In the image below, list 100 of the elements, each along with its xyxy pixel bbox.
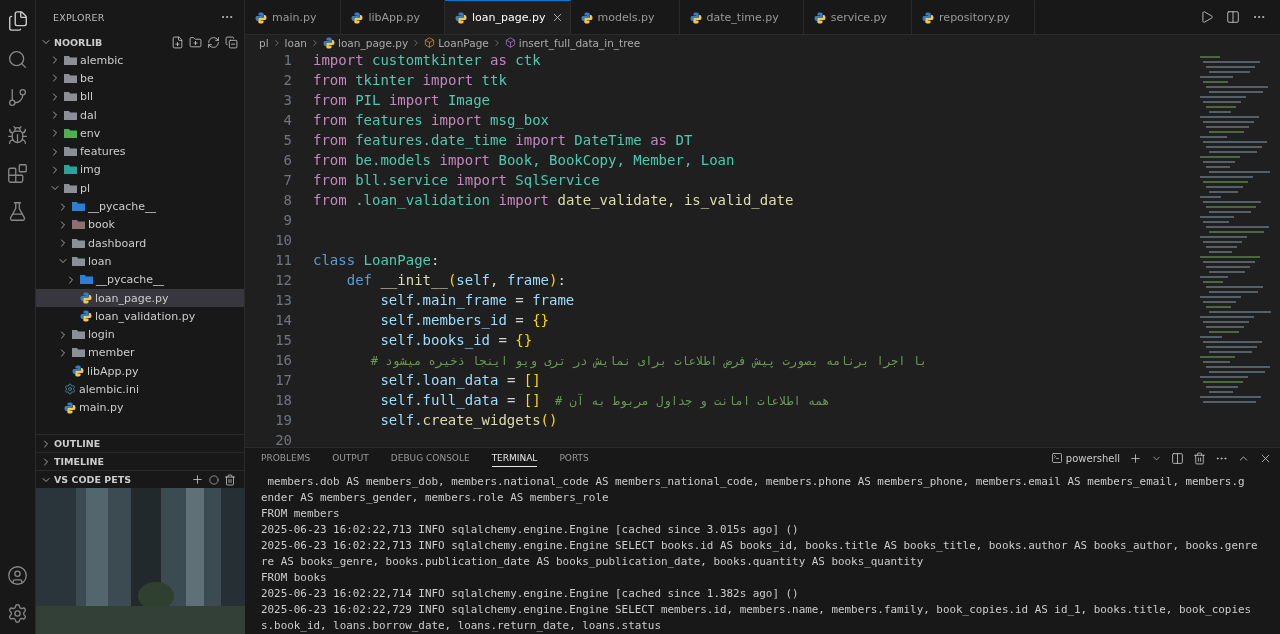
trash-icon[interactable] (224, 473, 236, 486)
line-number: 2 (282, 72, 292, 88)
trash-icon[interactable] (1193, 451, 1206, 465)
python-icon (64, 401, 76, 414)
folder-icon (72, 219, 85, 231)
bug-icon[interactable] (7, 125, 28, 146)
collapse-icon[interactable] (225, 35, 238, 49)
code-line: self.create_widgets() (379, 412, 558, 428)
line-number: 4 (282, 112, 292, 128)
tree-item[interactable]: login (36, 325, 244, 344)
line-number: 12 (274, 272, 292, 288)
tree-item[interactable]: features (36, 142, 244, 161)
search-icon[interactable] (7, 49, 28, 70)
flask-icon[interactable] (7, 201, 28, 222)
folder-icon (72, 347, 85, 359)
tree-item[interactable]: __pycache__ (36, 270, 244, 289)
line-number: 17 (274, 372, 292, 388)
code-line: from tkinter import ttk (313, 72, 507, 88)
new-folder-icon[interactable] (189, 35, 202, 49)
terminal-line: 2025-06-23 16:02:22,729 INFO sqlalchemy.engine.Engine SELECT members.id, members.name, members.family, book_copies.id AS id_1, books.title, book_copies (261, 602, 1253, 618)
panel-tab[interactable]: DEBUG CONSOLE (390, 449, 470, 467)
section-header[interactable]: VS CODE PETS (54, 474, 189, 485)
code-line: from PIL import Image (313, 92, 491, 108)
section-header[interactable]: OUTLINE (54, 438, 236, 449)
terminal-selector[interactable]: powershell (1050, 452, 1120, 464)
breadcrumb[interactable]: LoanPage (424, 36, 489, 49)
circle-icon[interactable] (209, 474, 219, 485)
play-icon[interactable] (1200, 10, 1214, 24)
tree-item[interactable]: dashboard (36, 233, 244, 253)
tree-item[interactable]: img (36, 160, 244, 180)
tree-item[interactable]: dal (36, 105, 244, 125)
tree-item[interactable]: alembic (36, 51, 244, 70)
plus-icon[interactable] (191, 473, 204, 486)
terminal-line: 2025-06-23 16:02:22,713 INFO sqlalchemy.engine.Engine [cached since 3.015s ago] () (261, 522, 800, 538)
tree-item[interactable]: alembic.ini (36, 380, 244, 399)
refresh-icon[interactable] (207, 35, 220, 49)
line-number: 10 (274, 232, 292, 248)
code-line: import customtkinter as ctk (313, 52, 541, 68)
code-line: from bll.service import SqlService (313, 172, 600, 188)
breadcrumb[interactable]: loan_page.py (323, 36, 409, 49)
folder-icon (64, 72, 77, 84)
tree-item[interactable]: be (36, 69, 244, 88)
python-icon (689, 11, 702, 24)
tree-item[interactable]: pl (36, 179, 244, 198)
code-line: from .loan_validation import date_validate, is_valid_date (313, 192, 794, 208)
panel-tab[interactable]: TERMINAL (491, 449, 538, 467)
tree-item[interactable]: loan (36, 252, 244, 271)
folder-icon (64, 109, 77, 121)
panel-tab[interactable]: PROBLEMS (261, 449, 311, 467)
tree-item[interactable]: env (36, 124, 244, 143)
line-number: 1 (282, 52, 292, 68)
python-icon (455, 11, 468, 24)
terminal-line: ender AS members_gender, members.role AS members_role (261, 490, 610, 506)
python-icon (72, 365, 84, 378)
panel-tab[interactable]: OUTPUT (332, 449, 369, 467)
terminal-icon (1050, 452, 1063, 464)
python-icon (323, 36, 336, 49)
editor-tab[interactable]: loan_page.py (445, 0, 571, 34)
tree-item[interactable]: member (36, 343, 244, 363)
tree-item[interactable]: main.py (36, 398, 244, 417)
tree-item[interactable]: __pycache__ (36, 197, 244, 216)
files-icon[interactable] (6, 10, 29, 32)
section-header[interactable]: TIMELINE (54, 456, 236, 467)
folder-icon (72, 329, 85, 341)
code-line: # با اجرا برنامه بصورت پیش فرض اطلاعات برای نمایش در تری ویو اینجا ذخیره میشود (369, 353, 928, 368)
new-file-icon[interactable] (171, 35, 184, 49)
branch-icon[interactable] (7, 87, 28, 108)
tree-item[interactable]: libApp.py (36, 362, 244, 381)
cube-icon (504, 37, 516, 48)
tree-item[interactable]: loan_validation.py (36, 307, 244, 326)
project-name[interactable]: NOORLIB (54, 36, 169, 48)
python-icon (813, 11, 826, 24)
folder-icon (72, 237, 85, 249)
python-icon (922, 11, 935, 24)
python-icon (255, 11, 267, 24)
line-number: 11 (274, 252, 292, 268)
breadcrumb[interactable]: pl (259, 36, 269, 49)
split-terminal-icon[interactable] (1171, 451, 1184, 465)
code-line: self.main_frame = frame (379, 292, 575, 308)
breadcrumb[interactable]: loan (284, 36, 308, 49)
terminal-line: FROM members (261, 506, 341, 522)
panel-tab[interactable]: PORTS (559, 449, 589, 467)
line-number: 7 (282, 172, 292, 188)
breadcrumb[interactable]: insert_full_data_in_tree (504, 36, 641, 49)
tree-item[interactable]: book (36, 215, 244, 234)
folder-icon (80, 274, 93, 286)
terminal-line: s.book_id, loans.borrow_date, loans.return_date, loans.status (261, 618, 662, 634)
line-number: 9 (282, 212, 292, 228)
line-number: 19 (274, 412, 292, 428)
line-number: 15 (274, 332, 292, 348)
python-icon (351, 11, 364, 24)
blocks-icon[interactable] (7, 163, 28, 184)
split-editor-icon[interactable] (1226, 10, 1240, 24)
tree-item[interactable]: loan_page.py (36, 288, 244, 308)
settings-icon[interactable] (7, 603, 28, 624)
plus-icon[interactable] (1129, 451, 1142, 465)
tree-item[interactable]: bll (36, 87, 244, 106)
class-icon (424, 37, 436, 48)
code-line: def __init__(self, frame): (345, 272, 566, 288)
account-icon[interactable] (7, 565, 28, 586)
